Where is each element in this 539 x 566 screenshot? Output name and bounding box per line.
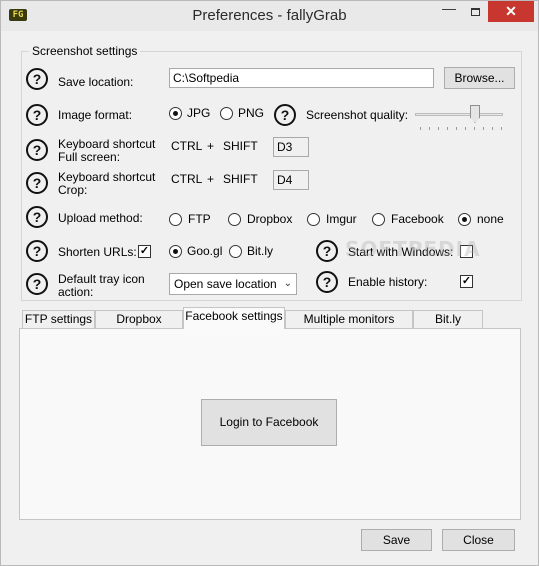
minimize-button[interactable]: — (436, 1, 462, 22)
help-icon-tray-action[interactable]: ? (26, 273, 48, 295)
save-button[interactable]: Save (361, 529, 432, 551)
fullscreen-ctrl-label: CTRL (171, 139, 203, 153)
crop-plus-label: + (207, 172, 215, 186)
jpg-label: JPG (187, 106, 211, 120)
help-icon-shorten-urls[interactable]: ? (26, 240, 48, 262)
help-icon-shortcut-crop[interactable]: ? (26, 172, 48, 194)
maximize-button[interactable] (462, 1, 488, 22)
crop-key-input[interactable]: D4 (273, 170, 309, 190)
login-facebook-button[interactable]: Login to Facebook (201, 399, 337, 446)
googl-label: Goo.gl (187, 244, 223, 258)
crop-shift-label: SHIFT (223, 172, 258, 186)
bitly-radio[interactable] (229, 245, 242, 258)
browse-button[interactable]: Browse... (444, 67, 515, 89)
slider-tick (456, 127, 457, 130)
save-location-input[interactable]: C:\Softpedia (169, 68, 434, 88)
close-window-button[interactable]: ✕ (488, 1, 534, 22)
quality-slider-track[interactable] (415, 113, 503, 116)
fullscreen-shift-label: SHIFT (223, 139, 258, 153)
slider-tick (420, 127, 421, 130)
shortcut-crop-label-line2: Crop: (58, 183, 88, 197)
help-icon-start-with-windows[interactable]: ? (316, 240, 338, 262)
maximize-icon (470, 8, 480, 16)
facebook-label: Facebook (391, 212, 444, 226)
slider-tick (447, 127, 448, 130)
fullscreen-key-input[interactable]: D3 (273, 137, 309, 157)
dropbox-label: Dropbox (247, 212, 293, 226)
fullscreen-plus-label: + (207, 139, 215, 153)
help-icon-screenshot-quality[interactable]: ? (274, 104, 296, 126)
none-radio[interactable] (458, 213, 471, 226)
help-icon-save-location[interactable]: ? (26, 68, 48, 90)
crop-ctrl-label: CTRL (171, 172, 203, 186)
help-icon-enable-history[interactable]: ? (316, 271, 338, 293)
softpedia-watermark: SOFTPEDIA (345, 237, 481, 261)
image-format-label: Image format: (58, 108, 133, 122)
shorten-urls-label: Shorten URLs: (58, 245, 137, 259)
slider-tick (492, 127, 493, 130)
help-icon-upload-method[interactable]: ? (26, 206, 48, 228)
upload-method-label: Upload method: (58, 211, 143, 225)
close-button[interactable]: Close (442, 529, 515, 551)
help-icon-shortcut-fullscreen[interactable]: ? (26, 139, 48, 161)
tab-dropbox-settings[interactable]: Dropbox settings (95, 310, 183, 343)
tray-action-selected: Open save location (174, 277, 277, 291)
tray-action-dropdown[interactable]: Open save location ⌄ (169, 273, 297, 295)
tab-multiple-monitors-settings[interactable]: Multiple monitors settings (285, 310, 413, 343)
slider-tick (438, 127, 439, 130)
png-radio[interactable] (220, 107, 233, 120)
slider-tick (429, 127, 430, 130)
png-label: PNG (238, 106, 265, 120)
tab-facebook-settings[interactable]: Facebook settings (183, 307, 285, 329)
slider-tick (474, 127, 475, 130)
screenshot-settings-title: Screenshot settings (29, 44, 141, 58)
shorten-urls-checkbox[interactable]: ✓ (138, 245, 151, 258)
facebook-radio[interactable] (372, 213, 385, 226)
ftp-radio[interactable] (169, 213, 182, 226)
tab-bitly-settings[interactable]: Bit.ly settings (413, 310, 483, 343)
shortcut-fullscreen-label-line2: Full screen: (58, 150, 121, 164)
dropbox-radio[interactable] (228, 213, 241, 226)
slider-tick (483, 127, 484, 130)
imgur-radio[interactable] (307, 213, 320, 226)
enable-history-checkbox[interactable]: ✓ (460, 275, 473, 288)
screenshot-quality-label: Screenshot quality: (306, 108, 409, 122)
googl-radio[interactable] (169, 245, 182, 258)
jpg-radio[interactable] (169, 107, 182, 120)
title-bar[interactable]: FG Preferences - fallyGrab — ✕ (1, 1, 538, 31)
none-label: none (477, 212, 504, 226)
slider-tick (465, 127, 466, 130)
preferences-window: FG Preferences - fallyGrab — ✕ Screensho… (0, 0, 539, 566)
enable-history-label: Enable history: (348, 275, 428, 289)
help-icon-image-format[interactable]: ? (26, 104, 48, 126)
save-location-label: Save location: (58, 75, 134, 89)
ftp-label: FTP (188, 212, 211, 226)
bitly-label: Bit.ly (247, 244, 274, 258)
imgur-label: Imgur (326, 212, 357, 226)
tab-ftp-settings[interactable]: FTP settings (22, 310, 95, 329)
chevron-down-icon: ⌄ (283, 278, 292, 289)
tray-action-label-line2: action: (58, 285, 94, 299)
slider-tick (501, 127, 502, 130)
